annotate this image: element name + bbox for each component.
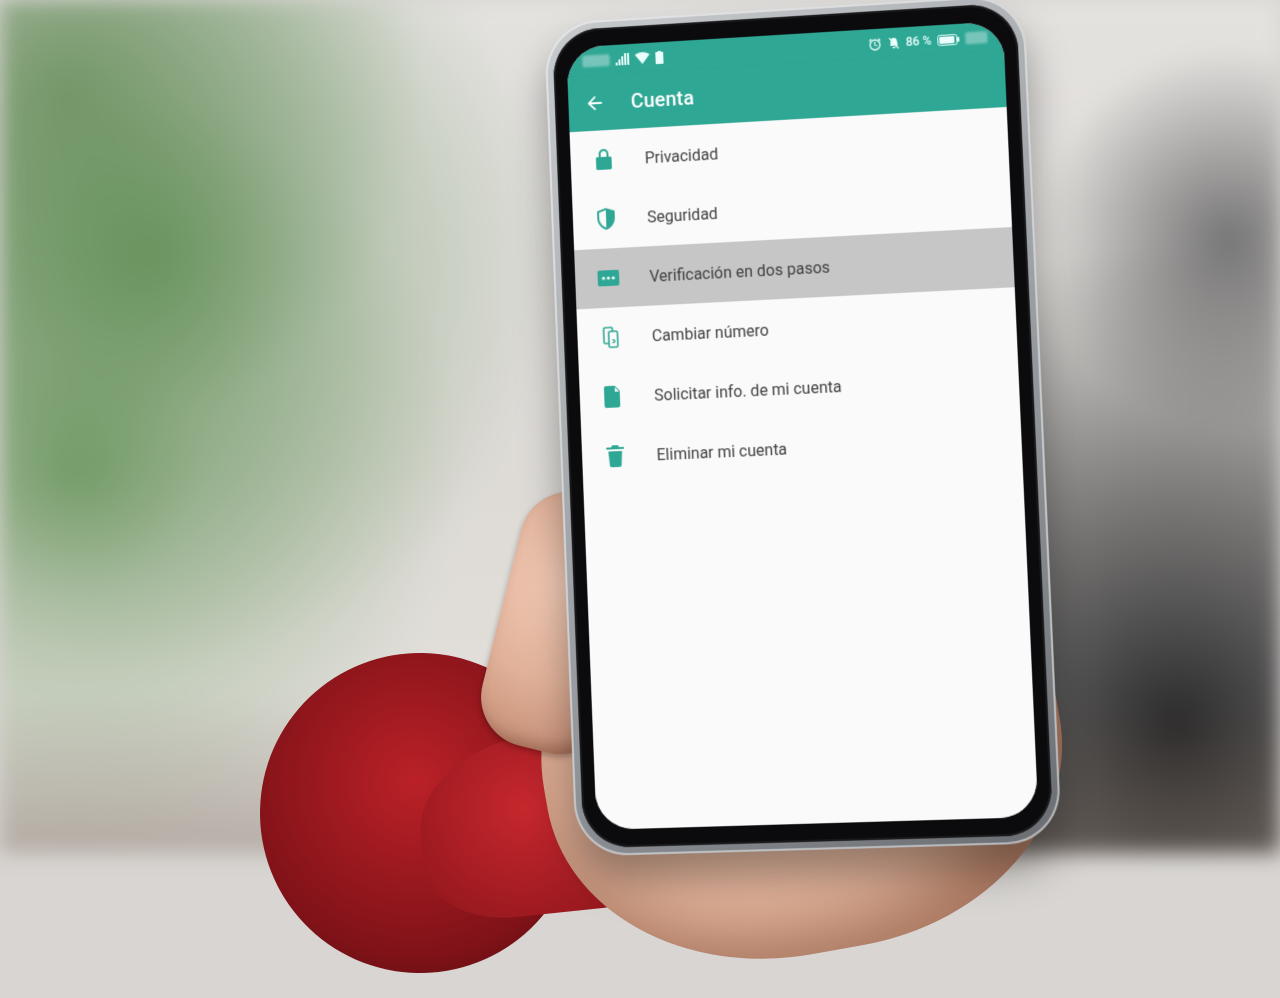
account-menu-list: Privacidad Seguridad Verificación en dos… bbox=[570, 107, 1039, 830]
phone-screen: 86 % Cuenta bbox=[566, 21, 1038, 830]
menu-item-label: Cambiar número bbox=[651, 320, 769, 345]
phone-body: 86 % Cuenta bbox=[552, 2, 1053, 848]
clock-text-obscured bbox=[965, 31, 988, 44]
menu-item-label: Eliminar mi cuenta bbox=[656, 439, 787, 464]
carrier-text-obscured bbox=[582, 54, 610, 67]
shield-icon bbox=[594, 206, 618, 231]
change-number-icon bbox=[599, 325, 623, 350]
status-left-group bbox=[582, 50, 663, 68]
pin-code-icon bbox=[596, 266, 620, 291]
phone: 86 % Cuenta bbox=[544, 0, 1062, 857]
lock-icon bbox=[592, 147, 616, 172]
battery-small-icon bbox=[655, 50, 663, 63]
arrow-left-icon bbox=[584, 92, 606, 115]
phone-case: 86 % Cuenta bbox=[544, 0, 1062, 857]
alarm-icon bbox=[868, 37, 881, 51]
menu-item-label: Solicitar info. de mi cuenta bbox=[654, 377, 842, 405]
battery-percentage-label: 86 % bbox=[906, 34, 932, 49]
trash-icon bbox=[603, 444, 627, 469]
document-icon bbox=[601, 384, 625, 409]
menu-item-label: Verificación en dos pasos bbox=[649, 257, 830, 285]
status-right-group: 86 % bbox=[868, 30, 988, 51]
battery-icon bbox=[937, 33, 960, 45]
menu-item-label: Seguridad bbox=[647, 203, 718, 226]
wifi-icon bbox=[635, 52, 650, 65]
app-bar-title: Cuenta bbox=[630, 86, 694, 113]
signal-icon bbox=[615, 53, 629, 66]
back-button[interactable] bbox=[582, 90, 608, 117]
menu-item-label: Privacidad bbox=[644, 144, 718, 167]
dnd-icon bbox=[887, 36, 901, 50]
